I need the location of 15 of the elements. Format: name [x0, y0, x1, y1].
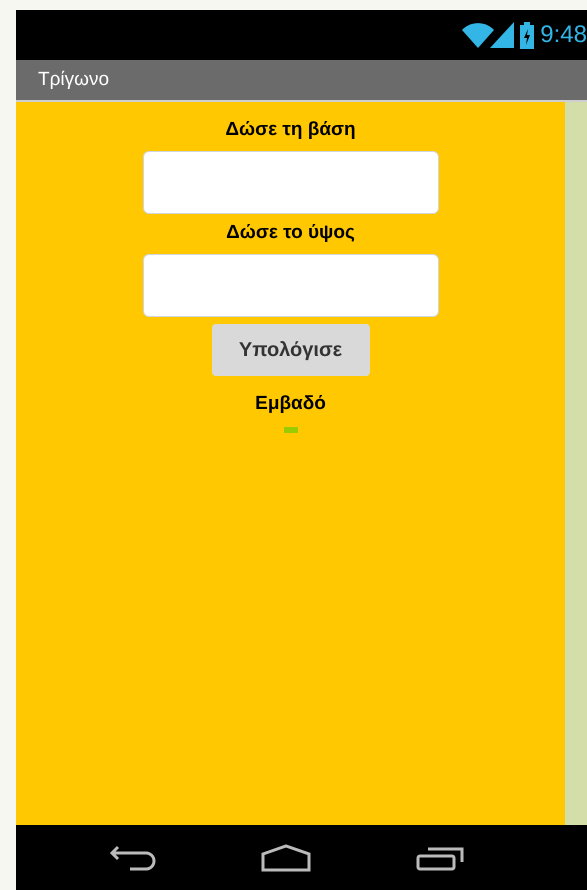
battery-icon [520, 22, 534, 48]
wifi-icon [462, 22, 494, 48]
input-field[interactable] [142, 151, 438, 214]
back-icon[interactable] [110, 844, 156, 870]
field-label: Δώσε τη βάση [225, 118, 356, 142]
recent-apps-icon[interactable] [416, 844, 464, 870]
result-output [284, 427, 298, 433]
clock: 9:48 [540, 23, 587, 47]
app-title: Τρίγωνο [38, 68, 110, 92]
home-icon[interactable] [260, 844, 310, 872]
field-label: Δώσε το ύψος [226, 221, 355, 245]
field-label: Εμβαδό [255, 392, 326, 416]
signal-icon [490, 22, 514, 48]
input-field[interactable] [142, 254, 438, 317]
calculate-button[interactable]: Υπολόγισε [212, 324, 370, 376]
